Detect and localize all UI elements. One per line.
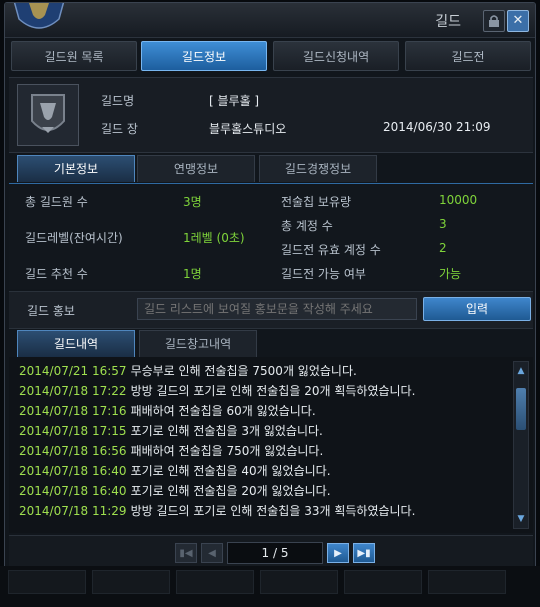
list-item: 2014/07/18 17:22 방방 길드의 포기로 인해 전술칩을 20개 획…: [19, 381, 415, 401]
war-available-label: 길드전 가능 여부: [281, 267, 366, 281]
guild-master-label: 길드 장: [101, 122, 138, 136]
tactics-chip-value: 10000: [439, 193, 478, 207]
log-text: 포기로 인해 전술칩을 20개 잃었습니다.: [130, 484, 331, 498]
background-tab: [428, 570, 506, 594]
guild-master-value: 블루홀스튜디오: [209, 122, 287, 136]
next-page-icon[interactable]: ▶: [327, 543, 349, 563]
promo-submit-button[interactable]: 입력: [423, 297, 531, 321]
top-tab-bar: 길드원 목록 길드정보 길드신청내역 길드전: [9, 39, 533, 73]
guild-summary: 길드명 [ 블루홀 ] 길드 장 블루홀스튜디오 2014/06/30 21:0…: [9, 77, 533, 153]
log-date: 2014/07/18 17:16: [19, 404, 127, 418]
page-indicator: 1 / 5: [227, 542, 323, 564]
list-item: 2014/07/18 17:16 패배하여 전술칩을 60개 잃었습니다.: [19, 401, 316, 421]
guild-crest-icon: [17, 84, 79, 146]
recommend-count-label: 길드 추천 수: [25, 267, 88, 281]
tab-guild-war[interactable]: 길드전: [405, 41, 531, 71]
title-bar[interactable]: 길드 ✕: [5, 3, 535, 38]
tab-basic-info[interactable]: 기본정보: [17, 155, 135, 182]
guild-emblem-icon: [13, 3, 65, 29]
close-icon[interactable]: ✕: [507, 10, 529, 32]
first-page-icon[interactable]: ▮◀: [175, 543, 197, 563]
background-tab: [260, 570, 338, 594]
total-members-label: 총 길드원 수: [25, 195, 88, 209]
list-item: 2014/07/18 17:15 포기로 인해 전술칩을 3개 잃었습니다.: [19, 421, 323, 441]
info-subtab-bar: 기본정보 연맹정보 길드경쟁정보: [9, 155, 533, 184]
log-text: 방방 길드의 포기로 인해 전술칩을 33개 획득하였습니다.: [130, 504, 416, 518]
log-text: 포기로 인해 전술칩을 3개 잃었습니다.: [130, 424, 323, 438]
background-tab: [92, 570, 170, 594]
pagination: ▮◀ ◀ 1 / 5 ▶ ▶▮: [9, 535, 533, 570]
background-tab: [176, 570, 254, 594]
prev-page-icon[interactable]: ◀: [201, 543, 223, 563]
list-item: 2014/07/18 16:40 포기로 인해 전술칩을 40개 잃었습니다.: [19, 461, 331, 481]
log-tab-bar: 길드내역 길드창고내역: [9, 329, 533, 358]
lock-icon[interactable]: [483, 10, 505, 32]
guild-created-date: 2014/06/30 21:09: [383, 120, 491, 134]
scroll-up-icon[interactable]: ▲: [514, 364, 528, 378]
background-tab: [344, 570, 422, 594]
log-text: 방방 길드의 포기로 인해 전술칩을 20개 획득하였습니다.: [130, 384, 416, 398]
war-valid-accounts-label: 길드전 유효 계정 수: [281, 243, 381, 257]
log-date: 2014/07/21 16:57: [19, 364, 127, 378]
war-available-value: 가능: [439, 267, 462, 281]
tab-guild-storage-history[interactable]: 길드창고내역: [139, 330, 257, 357]
tab-alliance-info[interactable]: 연맹정보: [137, 155, 255, 182]
total-accounts-value: 3: [439, 217, 447, 231]
window-title: 길드: [435, 14, 461, 30]
scroll-down-icon[interactable]: ▼: [514, 512, 528, 526]
log-text: 무승부로 인해 전술칩을 7500개 잃었습니다.: [130, 364, 357, 378]
background-tab: [8, 570, 86, 594]
tab-guild-competition-info[interactable]: 길드경쟁정보: [259, 155, 377, 182]
list-item: 2014/07/18 16:40 포기로 인해 전술칩을 20개 잃었습니다.: [19, 481, 331, 501]
log-date: 2014/07/18 17:22: [19, 384, 127, 398]
list-item: 2014/07/18 16:56 패배하여 전술칩을 750개 잃었습니다.: [19, 441, 323, 461]
tab-guild-members[interactable]: 길드원 목록: [11, 41, 137, 71]
war-valid-accounts-value: 2: [439, 241, 447, 255]
background-ui-bar: [0, 566, 540, 607]
list-item: 2014/07/21 16:57 무승부로 인해 전술칩을 7500개 잃었습니다…: [19, 361, 357, 381]
promo-label: 길드 홍보: [27, 304, 75, 318]
log-text: 패배하여 전술칩을 750개 잃었습니다.: [130, 444, 324, 458]
history-scrollbar[interactable]: ▲ ▼: [513, 361, 529, 529]
log-date: 2014/07/18 16:56: [19, 444, 127, 458]
scroll-thumb[interactable]: [516, 388, 526, 430]
guild-history-list: 2014/07/21 16:57 무승부로 인해 전술칩을 7500개 잃었습니다…: [9, 357, 533, 533]
total-members-value: 3명: [183, 195, 202, 209]
guild-level-value: 1레벨 (0초): [183, 231, 245, 245]
stats-panel: 총 길드원 수 3명 길드레벨(잔여시간) 1레벨 (0초) 길드 추천 수 1…: [9, 185, 533, 289]
log-date: 2014/07/18 11:29: [19, 504, 127, 518]
guild-window: 길드 ✕ 길드원 목록 길드정보 길드신청내역 길드전 길드명 [ 블루홀 ] …: [4, 2, 536, 602]
tab-guild-history[interactable]: 길드내역: [17, 330, 135, 357]
log-date: 2014/07/18 16:40: [19, 484, 127, 498]
promo-input[interactable]: [137, 298, 417, 320]
recommend-count-value: 1명: [183, 267, 202, 281]
tab-guild-info[interactable]: 길드정보: [141, 41, 267, 71]
guild-name-value: [ 블루홀 ]: [209, 94, 260, 108]
log-date: 2014/07/18 17:15: [19, 424, 127, 438]
guild-level-label: 길드레벨(잔여시간): [25, 231, 123, 245]
tactics-chip-label: 전술칩 보유량: [281, 195, 352, 209]
guild-promo-row: 길드 홍보 입력: [9, 291, 533, 329]
total-accounts-label: 총 계정 수: [281, 219, 333, 233]
tab-guild-applications[interactable]: 길드신청내역: [273, 41, 399, 71]
list-item: 2014/07/18 11:29 방방 길드의 포기로 인해 전술칩을 33개 획…: [19, 501, 415, 521]
log-text: 포기로 인해 전술칩을 40개 잃었습니다.: [130, 464, 331, 478]
guild-name-label: 길드명: [101, 94, 135, 108]
log-text: 패배하여 전술칩을 60개 잃었습니다.: [130, 404, 316, 418]
log-date: 2014/07/18 16:40: [19, 464, 127, 478]
last-page-icon[interactable]: ▶▮: [353, 543, 375, 563]
